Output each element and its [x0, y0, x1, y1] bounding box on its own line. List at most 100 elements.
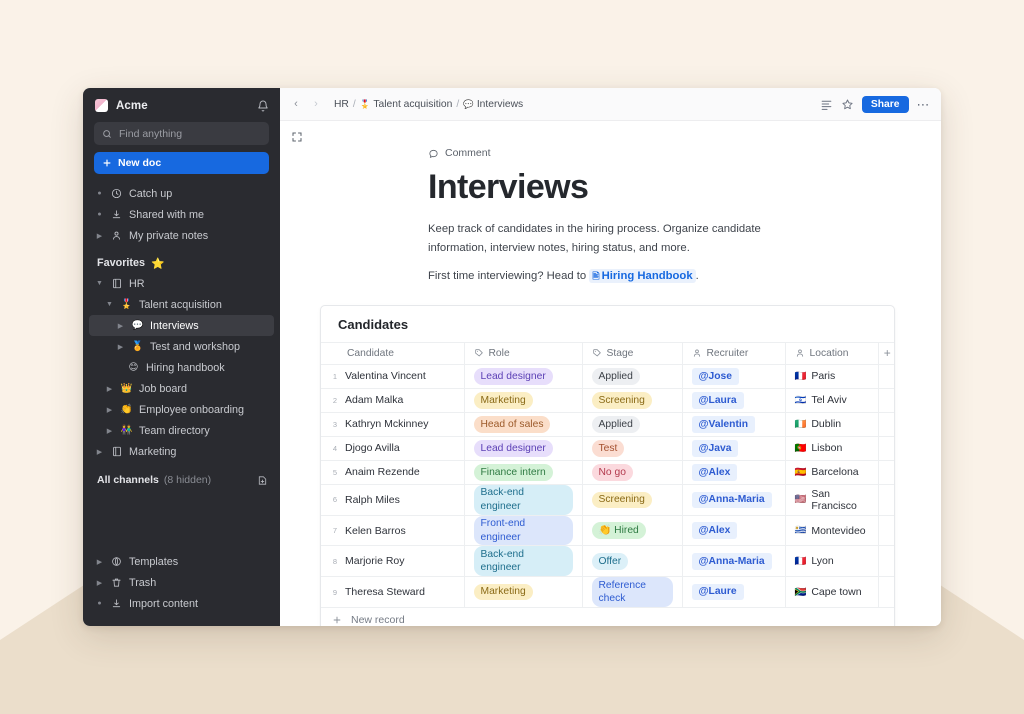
column-header-candidate[interactable]: Candidate [321, 342, 464, 364]
recruiter-mention[interactable]: @Laura [692, 392, 744, 408]
cell-role[interactable]: Back-end engineer [464, 484, 582, 515]
chevron-right-icon[interactable]: ▶ [95, 232, 104, 240]
add-channel-icon[interactable] [257, 475, 268, 486]
cell-role[interactable]: Front-end engineer [464, 515, 582, 546]
sidebar-item-shared-with-me[interactable]: ● Shared with me [89, 204, 274, 225]
cell-candidate[interactable]: 8Marjorie Roy [321, 546, 464, 577]
cell-role[interactable]: Finance intern [464, 460, 582, 484]
cell-stage[interactable]: Reference check [582, 577, 682, 607]
cell-location[interactable]: 🇺🇾Montevideo [785, 515, 878, 546]
table-row[interactable]: 7Kelen BarrosFront-end engineer👏 Hired @A… [321, 515, 895, 546]
chevron-right-icon[interactable]: ▶ [105, 427, 114, 435]
cell-candidate[interactable]: 4Djogo Avilla [321, 436, 464, 460]
cell-location[interactable]: 🇵🇹Lisbon [785, 436, 878, 460]
recruiter-mention[interactable]: @Laure [692, 584, 744, 600]
cell-recruiter[interactable]: @Anna-Maria [682, 546, 785, 577]
share-button[interactable]: Share [862, 96, 909, 113]
cell-stage[interactable]: Screening [582, 388, 682, 412]
cell-stage[interactable]: Offer [582, 546, 682, 577]
recruiter-mention[interactable]: @Java [692, 440, 739, 456]
comment-button[interactable]: Comment [428, 147, 941, 159]
cell-candidate[interactable]: 9Theresa Steward [321, 577, 464, 607]
table-row[interactable]: 8Marjorie RoyBack-end engineerOffer @Anna… [321, 546, 895, 577]
table-row[interactable]: 4Djogo AvillaLead designerTest@Java🇵🇹Lis… [321, 436, 895, 460]
cell-candidate[interactable]: 5Anaim Rezende [321, 460, 464, 484]
cell-recruiter[interactable]: @Alex [682, 460, 785, 484]
cell-stage[interactable]: Screening [582, 484, 682, 515]
add-column-button[interactable]: + [878, 342, 895, 364]
cell-recruiter[interactable]: @Laura [682, 388, 785, 412]
cell-candidate[interactable]: 6Ralph Miles [321, 484, 464, 515]
workspace-header[interactable]: Acme [83, 88, 280, 120]
cell-location[interactable]: 🇫🇷Lyon [785, 546, 878, 577]
recruiter-mention[interactable]: @Alex [692, 522, 738, 538]
sidebar-item-catch-up[interactable]: ● Catch up [89, 183, 274, 204]
column-header-recruiter[interactable]: Recruiter [682, 342, 785, 364]
table-row[interactable]: 5Anaim RezendeFinance internNo go @Alex 🇪🇸… [321, 460, 895, 484]
cell-stage[interactable]: Applied [582, 364, 682, 388]
chevron-right-icon[interactable]: ▶ [116, 322, 125, 330]
new-record-button[interactable]: New record [321, 607, 894, 626]
cell-stage[interactable]: Applied [582, 412, 682, 436]
chevron-right-icon[interactable]: ▶ [95, 558, 104, 566]
recruiter-mention[interactable]: @Anna-Maria [692, 553, 772, 569]
sidebar-item-templates[interactable]: ▶ Templates [89, 551, 274, 572]
chevron-left-icon[interactable]: ‹ [290, 98, 302, 110]
cell-location[interactable]: 🇪🇸Barcelona [785, 460, 878, 484]
sidebar-item-employee-onboarding[interactable]: ▶ 👏 Employee onboarding [89, 399, 274, 420]
sidebar-item-marketing[interactable]: ▶ Marketing [89, 441, 274, 462]
chevron-right-icon[interactable]: ▶ [95, 579, 104, 587]
bell-icon[interactable] [257, 100, 269, 112]
cell-role[interactable]: Lead designer [464, 436, 582, 460]
chevron-right-icon[interactable]: ▶ [116, 343, 125, 351]
cell-recruiter[interactable]: @Anna-Maria [682, 484, 785, 515]
column-header-stage[interactable]: Stage [582, 342, 682, 364]
table-row[interactable]: 1Valentina VincentLead designerApplied@J… [321, 364, 895, 388]
cell-stage[interactable]: 👏 Hired [582, 515, 682, 546]
more-horizontal-icon[interactable]: ⋯ [917, 98, 931, 111]
table-row[interactable]: 6Ralph MilesBack-end engineerScreening @A… [321, 484, 895, 515]
cell-recruiter[interactable]: @Java [682, 436, 785, 460]
cell-location[interactable]: 🇫🇷Paris [785, 364, 878, 388]
outline-icon[interactable] [820, 98, 833, 111]
table-row[interactable]: 3Kathryn MckinneyHead of salesApplied@Va… [321, 412, 895, 436]
cell-location[interactable]: 🇮🇱Tel Aviv [785, 388, 878, 412]
recruiter-mention[interactable]: @Alex [692, 464, 738, 480]
search-input[interactable]: Find anything [94, 122, 269, 145]
cell-location[interactable]: 🇿🇦Cape town [785, 577, 878, 607]
chevron-right-icon[interactable]: ▶ [105, 385, 114, 393]
table-row[interactable]: 2Adam MalkaMarketingScreening@Laura🇮🇱Tel… [321, 388, 895, 412]
sidebar-item-hiring-handbook[interactable]: 😊 Hiring handbook [89, 357, 274, 378]
recruiter-mention[interactable]: @Anna-Maria [692, 492, 772, 508]
cell-location[interactable]: 🇮🇪Dublin [785, 412, 878, 436]
sidebar-item-interviews[interactable]: ▶ 💬 Interviews [89, 315, 274, 336]
breadcrumb-item-talent-acquisition[interactable]: 🎖️ Talent acquisition [360, 99, 453, 110]
favorites-header[interactable]: Favorites ⭐ [83, 253, 280, 273]
chevron-right-icon[interactable]: ▶ [95, 448, 104, 456]
new-doc-button[interactable]: New doc [94, 152, 269, 174]
cell-role[interactable]: Head of sales [464, 412, 582, 436]
sidebar-item-trash[interactable]: ▶ Trash [89, 572, 274, 593]
star-outline-icon[interactable] [841, 98, 854, 111]
cell-stage[interactable]: No go [582, 460, 682, 484]
cell-location[interactable]: 🇺🇸San Francisco [785, 484, 878, 515]
hiring-handbook-link[interactable]: 🖹Hiring Handbook [589, 269, 695, 283]
chevron-right-icon[interactable]: › [310, 98, 322, 110]
sidebar-item-talent-acquisition[interactable]: ▼ 🎖️ Talent acquisition [89, 294, 274, 315]
column-header-role[interactable]: Role [464, 342, 582, 364]
cell-role[interactable]: Back-end engineer [464, 546, 582, 577]
cell-role[interactable]: Marketing [464, 577, 582, 607]
table-row[interactable]: 9Theresa StewardMarketingReference check… [321, 577, 895, 607]
chevron-right-icon[interactable]: ▶ [105, 406, 114, 414]
cell-recruiter[interactable]: @Alex [682, 515, 785, 546]
cell-candidate[interactable]: 3Kathryn Mckinney [321, 412, 464, 436]
cell-recruiter[interactable]: @Jose [682, 364, 785, 388]
column-header-location[interactable]: Location [785, 342, 878, 364]
cell-role[interactable]: Lead designer [464, 364, 582, 388]
cell-recruiter[interactable]: @Laure [682, 577, 785, 607]
cell-candidate[interactable]: 7Kelen Barros [321, 515, 464, 546]
sidebar-item-team-directory[interactable]: ▶ 👫 Team directory [89, 420, 274, 441]
cell-role[interactable]: Marketing [464, 388, 582, 412]
breadcrumb-item-interviews[interactable]: 💬 Interviews [463, 99, 523, 110]
sidebar-item-my-private-notes[interactable]: ▶ My private notes [89, 225, 274, 246]
